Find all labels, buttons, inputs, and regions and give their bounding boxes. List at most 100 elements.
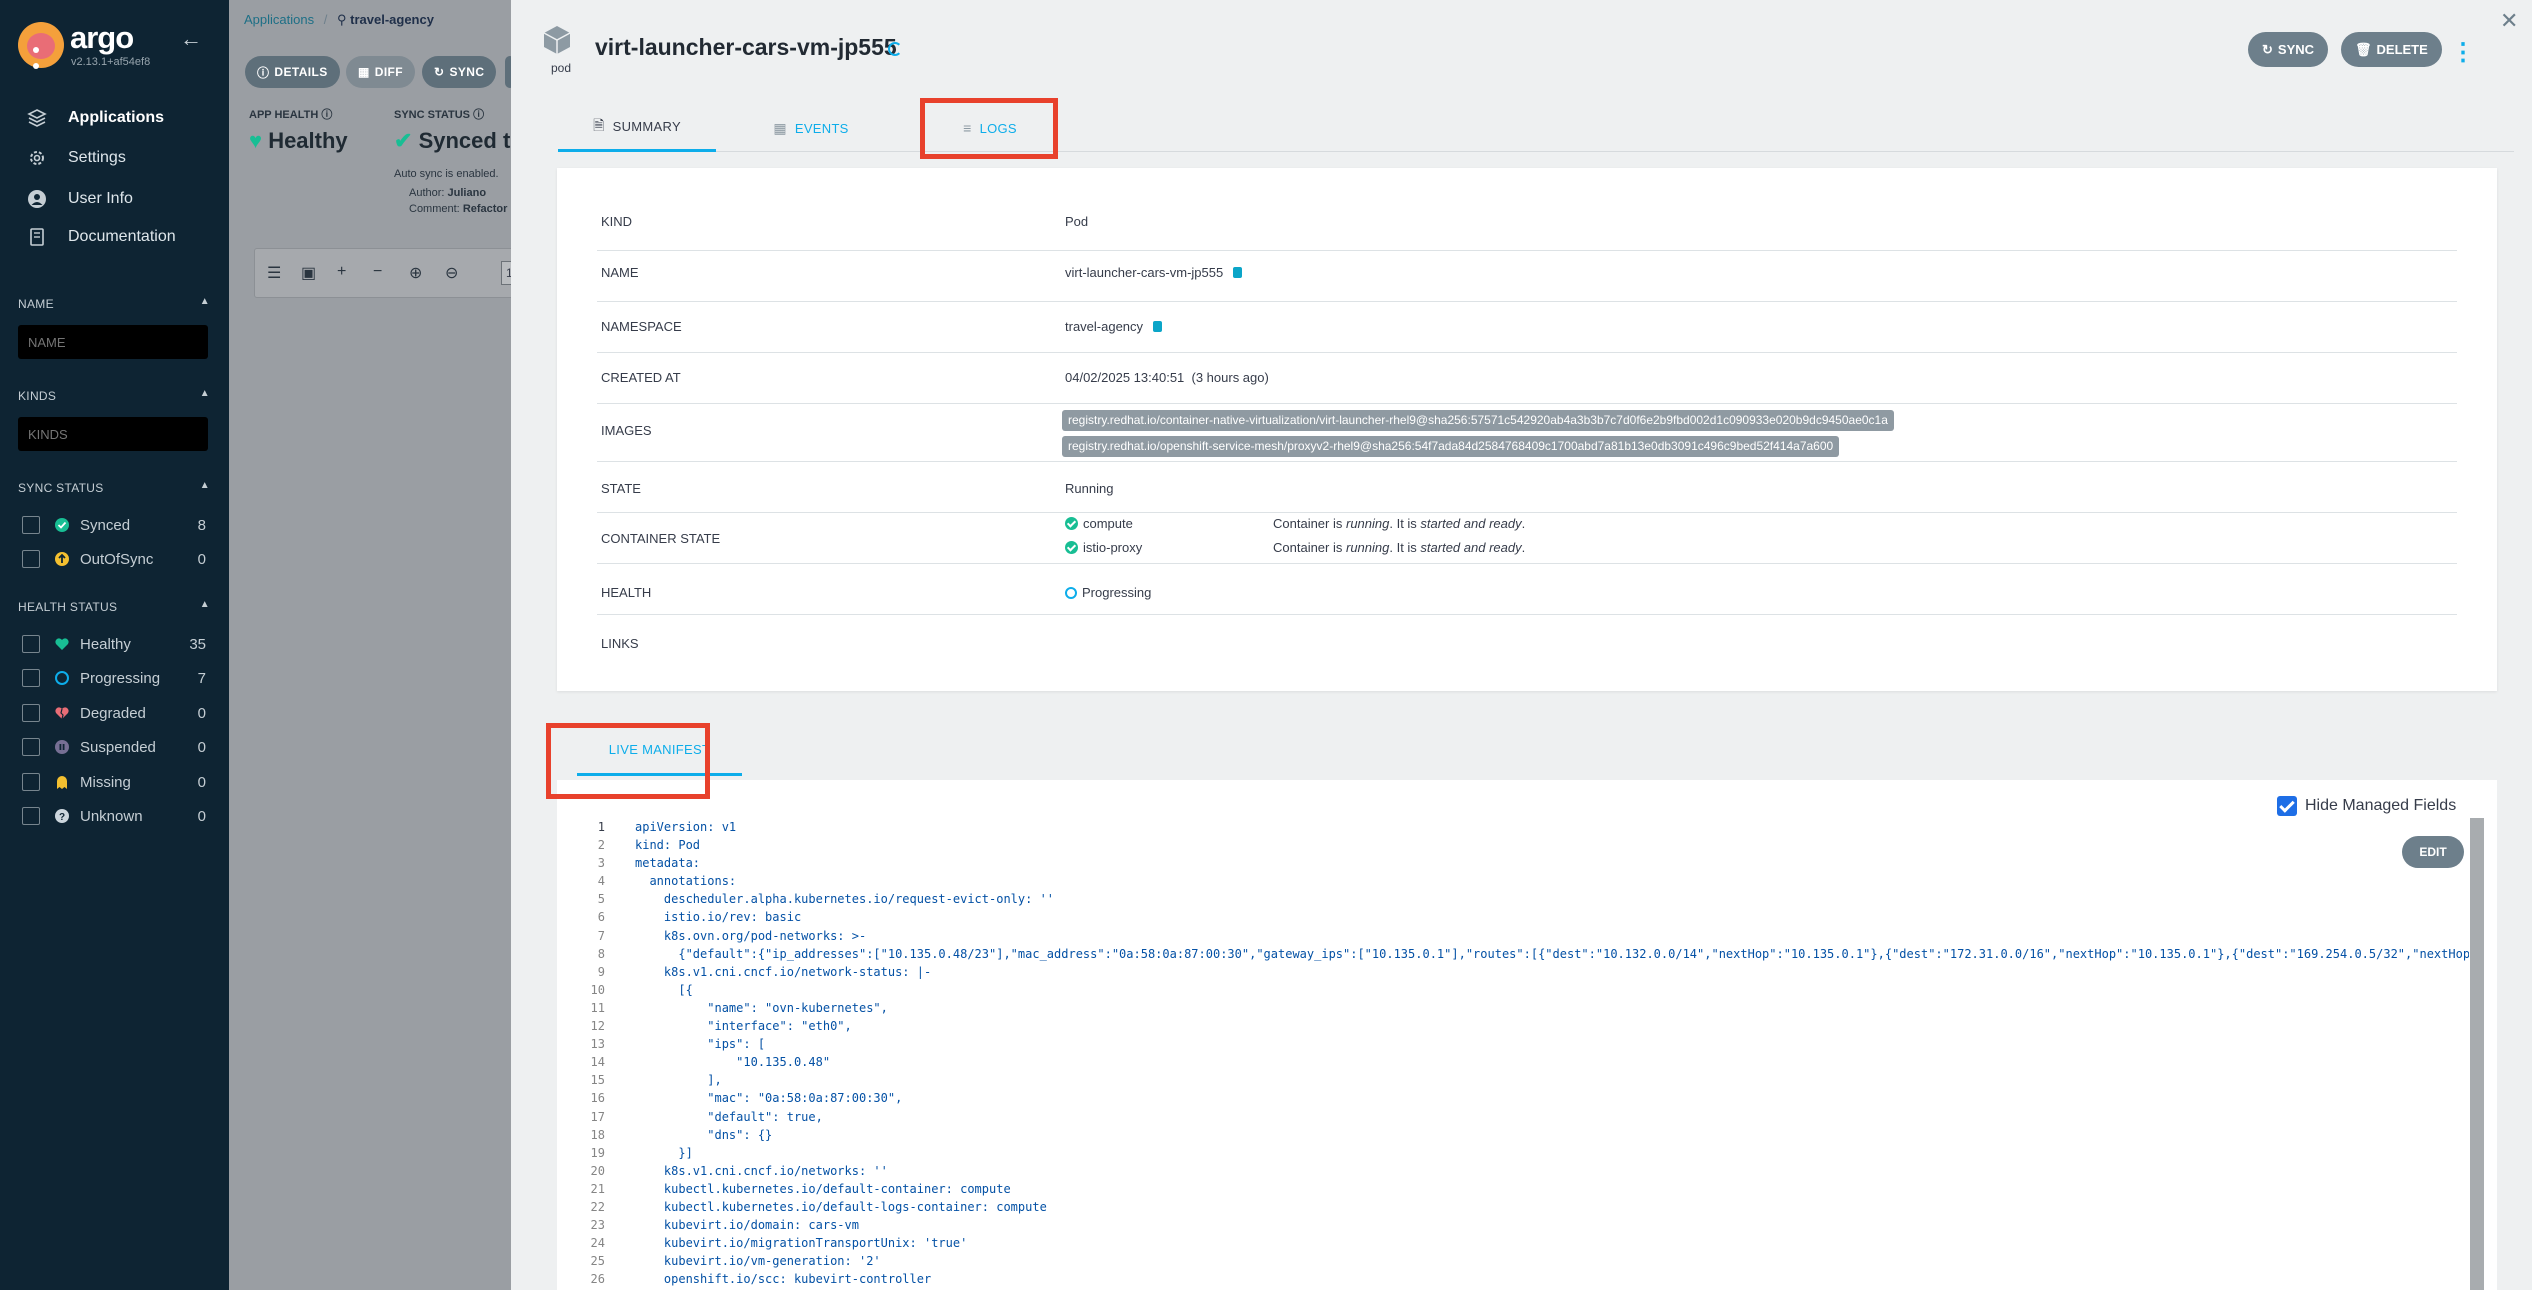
line-content: "default": true, bbox=[635, 1109, 823, 1124]
check-circle-icon bbox=[1065, 517, 1078, 530]
filter-outofsync[interactable]: OutOfSync 0 bbox=[22, 547, 206, 571]
container-status-text: Container is running. It is started and … bbox=[1273, 540, 1526, 555]
kind-value: Pod bbox=[1065, 214, 1089, 229]
scrollbar[interactable] bbox=[2470, 818, 2484, 1290]
broken-heart-icon bbox=[54, 705, 70, 721]
line-number: 19 bbox=[590, 1145, 605, 1160]
line-number: 5 bbox=[597, 892, 605, 907]
expand-icon[interactable]: + bbox=[337, 263, 346, 281]
check-circle-icon bbox=[54, 517, 70, 533]
line-number: 7 bbox=[597, 928, 605, 943]
code-line: 11 "name": "ovn-kubernetes", bbox=[557, 999, 2469, 1017]
delete-resource-button[interactable]: 🗑 DELETE bbox=[2341, 32, 2442, 67]
line-content: kubevirt.io/vm-generation: '2' bbox=[635, 1254, 881, 1269]
zoom-in-icon[interactable]: ⊕ bbox=[409, 263, 422, 283]
sync-icon: ↻ bbox=[434, 65, 445, 79]
edit-button[interactable]: EDIT bbox=[2402, 836, 2464, 868]
line-content: kubevirt.io/migrationTransportUnix: 'tru… bbox=[635, 1236, 968, 1251]
line-content: kubectl.kubernetes.io/default-logs-conta… bbox=[635, 1199, 1047, 1214]
sync-resource-button[interactable]: ↻ SYNC bbox=[2248, 32, 2329, 67]
namespace-value: travel-agency bbox=[1065, 319, 1163, 334]
copy-icon[interactable] bbox=[1153, 321, 1163, 332]
filter-suspended[interactable]: Suspended 0 bbox=[22, 735, 206, 759]
caret-up-icon[interactable]: ▲ bbox=[200, 388, 210, 399]
line-content: openshift.io/scc: kubevirt-controller bbox=[635, 1272, 932, 1287]
filter-healthy[interactable]: Healthy 35 bbox=[22, 632, 206, 656]
row-health: HEALTH Progressing bbox=[597, 564, 2457, 615]
checkbox[interactable] bbox=[22, 807, 40, 825]
kinds-filter-input[interactable] bbox=[18, 417, 208, 451]
filter-degraded[interactable]: Degraded 0 bbox=[22, 701, 206, 725]
filter-count: 8 bbox=[197, 516, 206, 534]
row-namespace: NAMESPACE travel-agency bbox=[597, 302, 2457, 353]
checkbox[interactable] bbox=[22, 704, 40, 722]
auto-sync-label: Auto sync is enabled. bbox=[394, 168, 499, 180]
tab-events[interactable]: ▦ EVENTS bbox=[736, 104, 886, 152]
kinds-filter-section[interactable]: KINDS ▲ bbox=[18, 388, 210, 403]
health-status-section[interactable]: HEALTH STATUS ▲ bbox=[18, 599, 210, 614]
filter-label: Degraded bbox=[80, 704, 146, 722]
collapse-icon[interactable]: − bbox=[373, 263, 382, 281]
filter-unknown[interactable]: ? Unknown 0 bbox=[22, 804, 206, 828]
app-health-value: ♥ Healthy bbox=[249, 128, 348, 153]
nav-user-info[interactable]: User Info bbox=[26, 184, 133, 214]
checkbox[interactable] bbox=[22, 669, 40, 687]
arrow-circle-up-icon bbox=[54, 551, 70, 567]
close-icon[interactable]: ✕ bbox=[2500, 8, 2518, 34]
checkbox[interactable] bbox=[22, 550, 40, 568]
resource-kind-label: pod bbox=[551, 61, 572, 75]
checkbox-checked[interactable] bbox=[2277, 796, 2297, 816]
sync-status-section[interactable]: SYNC STATUS ▲ bbox=[18, 480, 210, 495]
sync-status-label: SYNC STATUS ⓘ bbox=[394, 109, 485, 121]
caret-up-icon[interactable]: ▲ bbox=[200, 480, 210, 491]
line-number: 24 bbox=[590, 1236, 605, 1251]
manifest-editor[interactable]: 1 apiVersion: v1 2 kind: Pod 3 metadata: 4 ann… bbox=[557, 818, 2469, 1290]
line-number: 13 bbox=[590, 1037, 605, 1052]
collapse-sidebar-icon[interactable]: ← bbox=[180, 26, 202, 52]
list-view-icon[interactable]: ☰ bbox=[267, 263, 281, 283]
tab-summary[interactable]: 🗎 SUMMARY bbox=[558, 104, 716, 152]
line-content: istio.io/rev: basic bbox=[635, 910, 802, 925]
code-line: 10 [{ bbox=[557, 981, 2469, 999]
line-content: "name": "ovn-kubernetes", bbox=[635, 1000, 888, 1015]
nav-applications[interactable]: Applications bbox=[26, 103, 164, 133]
search-icon: ⚲ bbox=[336, 12, 347, 27]
caret-up-icon[interactable]: ▲ bbox=[200, 599, 210, 610]
line-number: 4 bbox=[597, 874, 605, 889]
cube-icon bbox=[541, 24, 573, 56]
image-chip: registry.redhat.io/container-native-virt… bbox=[1062, 410, 1894, 431]
application-view: Applications / ⚲ travel-agency ⓘ DETAILS … bbox=[229, 0, 541, 1290]
breadcrumb-applications[interactable]: Applications bbox=[244, 12, 314, 27]
checkbox[interactable] bbox=[22, 773, 40, 791]
line-number: 14 bbox=[590, 1055, 605, 1070]
hide-managed-fields-toggle[interactable]: Hide Managed Fields bbox=[2277, 796, 2456, 816]
name-key: NAME bbox=[601, 265, 639, 280]
copy-icon[interactable] bbox=[1233, 267, 1243, 278]
zoom-out-icon[interactable]: ⊖ bbox=[445, 263, 458, 283]
filter-synced[interactable]: Synced 8 bbox=[22, 513, 206, 537]
fit-icon[interactable]: ▣ bbox=[301, 263, 316, 283]
checkbox[interactable] bbox=[22, 635, 40, 653]
code-line: 6 istio.io/rev: basic bbox=[557, 908, 2469, 926]
caret-up-icon[interactable]: ▲ bbox=[200, 296, 210, 307]
diff-button[interactable]: ▦ DIFF bbox=[346, 56, 416, 88]
links-key: LINKS bbox=[601, 636, 639, 651]
name-filter-input[interactable] bbox=[18, 325, 208, 359]
line-content: kubectl.kubernetes.io/default-container:… bbox=[635, 1181, 1011, 1196]
code-line: 23 kubevirt.io/domain: cars-vm bbox=[557, 1216, 2469, 1234]
health-value: Progressing bbox=[1065, 585, 1151, 600]
code-line: 20 k8s.v1.cni.cncf.io/networks: '' bbox=[557, 1162, 2469, 1180]
more-vertical-icon[interactable]: ⋮ bbox=[2451, 38, 2475, 67]
name-filter-section[interactable]: NAME ▲ bbox=[18, 296, 210, 311]
sync-button[interactable]: ↻ SYNC bbox=[422, 56, 497, 88]
details-button[interactable]: ⓘ DETAILS bbox=[245, 56, 340, 88]
filter-missing[interactable]: Missing 0 bbox=[22, 770, 206, 794]
filter-count: 0 bbox=[197, 807, 206, 825]
checkbox[interactable] bbox=[22, 516, 40, 534]
nav-settings[interactable]: Settings bbox=[26, 143, 126, 173]
checkbox[interactable] bbox=[22, 738, 40, 756]
nav-documentation[interactable]: Documentation bbox=[26, 222, 176, 252]
code-line: 4 annotations: bbox=[557, 872, 2469, 890]
author: Author: Juliano bbox=[409, 187, 487, 199]
filter-progressing[interactable]: Progressing 7 bbox=[22, 666, 206, 690]
